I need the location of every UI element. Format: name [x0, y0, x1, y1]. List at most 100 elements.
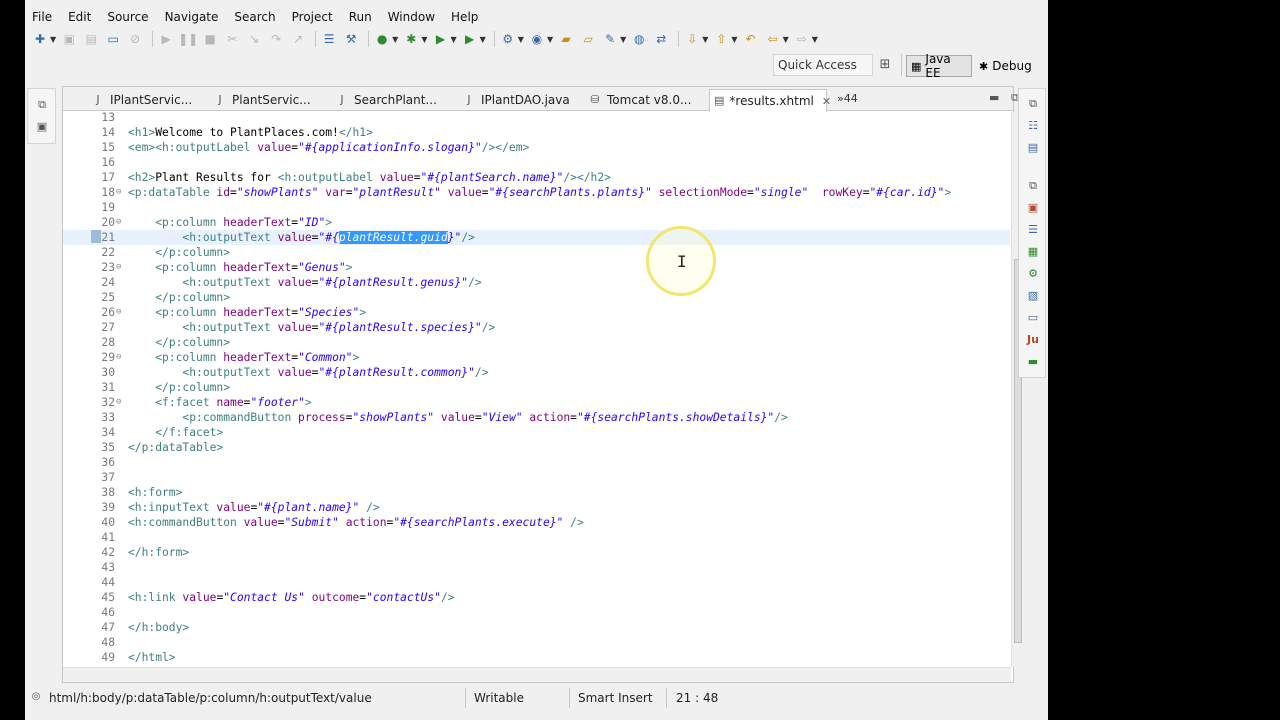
code-line[interactable]: 31 </p:column>	[63, 380, 1010, 395]
code-line[interactable]: 30 <h:outputText value="#{plantResult.co…	[63, 365, 1010, 380]
tab-3[interactable]: J IPlantDAO.java	[458, 89, 570, 111]
open-console-icon[interactable]: ▭	[104, 30, 122, 48]
markers-icon[interactable]: ▣	[1025, 201, 1041, 217]
menu-search[interactable]: Search	[226, 7, 283, 27]
menu-run[interactable]: Run	[341, 7, 380, 27]
fold-toggle-icon[interactable]: ⊖	[116, 185, 126, 200]
code-line[interactable]: 41	[63, 530, 1010, 545]
progress-icon[interactable]: ▬	[1025, 355, 1041, 371]
chevron-down-icon[interactable]: ▼	[731, 35, 737, 44]
junit-icon[interactable]: Ju	[1025, 333, 1041, 349]
chevron-down-icon[interactable]: ▼	[620, 35, 626, 44]
code-editor[interactable]: 13 14 <h1>Welcome to PlantPlaces.com!</h1>…	[63, 112, 1010, 667]
terminate-icon[interactable]: ■	[201, 30, 219, 48]
code-line[interactable]: 42 </h:form>	[63, 545, 1010, 560]
tab-5[interactable]: ▤ *results.xhtml ✕	[709, 89, 831, 112]
code-line[interactable]: 33 <p:commandButton process = "showPlants"…	[63, 410, 1010, 425]
code-line[interactable]: 44	[63, 575, 1010, 590]
menu-source[interactable]: Source	[99, 7, 156, 27]
fold-toggle-icon[interactable]: ⊖	[116, 350, 126, 365]
use-step-filters-icon[interactable]: ☰	[320, 30, 338, 48]
debug-icon[interactable]: ✱	[402, 30, 420, 48]
run-icon[interactable]: ▶	[431, 30, 449, 48]
code-line[interactable]: 39 <h:inputText value="#{plant.name}" />	[63, 500, 1010, 515]
step-return-icon[interactable]: ↗	[289, 30, 307, 48]
skip-breakpoints-icon[interactable]: ⊘	[126, 30, 144, 48]
new-server-icon[interactable]: ⚙	[499, 30, 517, 48]
code-line[interactable]: 13	[63, 112, 1010, 125]
code-line[interactable]: 36	[63, 455, 1010, 470]
fold-toggle-icon[interactable]: ⊖	[116, 305, 126, 320]
fold-toggle-icon[interactable]: ⊖	[116, 395, 126, 410]
chevron-down-icon[interactable]: ▼	[450, 35, 456, 44]
code-line[interactable]: 45 <h:link value="Contact Us" outcome="co…	[63, 590, 1010, 605]
last-edit-location-icon[interactable]: ↶	[742, 30, 760, 48]
new-icon[interactable]: ✚	[31, 30, 49, 48]
properties-icon[interactable]: ☰	[1025, 223, 1041, 239]
code-line[interactable]: 47 </h:body>	[63, 620, 1010, 635]
close-icon[interactable]: ✕	[822, 95, 831, 108]
code-line[interactable]: 28 </p:column>	[63, 335, 1010, 350]
code-line[interactable]: 26 ⊖ <p:column headerText="Species">	[63, 305, 1010, 320]
resume-icon[interactable]: ▶	[157, 30, 175, 48]
run-server-icon[interactable]: ●	[373, 30, 391, 48]
chevron-down-icon[interactable]: ▼	[421, 35, 427, 44]
chevron-down-icon[interactable]: ▼	[783, 35, 789, 44]
perspective-debug[interactable]: ✱ Debug	[975, 55, 1045, 77]
code-line[interactable]: 16	[63, 155, 1010, 170]
chevron-down-icon[interactable]: ▼	[480, 35, 486, 44]
data-source-icon[interactable]: ⚙	[1025, 267, 1041, 283]
code-line[interactable]: 23 ⊖ <p:column headerText="Genus">	[63, 260, 1010, 275]
menu-edit[interactable]: Edit	[60, 7, 99, 27]
tab-1[interactable]: J PlantServic...	[209, 89, 319, 111]
search-icon[interactable]: ✎	[601, 30, 619, 48]
code-line[interactable]: 14 <h1>Welcome to PlantPlaces.com!</h1>	[63, 125, 1010, 140]
forward-icon[interactable]: ⇨	[793, 30, 811, 48]
chevron-down-icon[interactable]: ▼	[702, 35, 708, 44]
restore-icon[interactable]: ⧉	[1025, 97, 1041, 113]
step-over-icon[interactable]: ↷	[267, 30, 285, 48]
save-all-icon[interactable]: ▤	[82, 30, 100, 48]
code-line[interactable]: 17 <h2>Plant Results for <h:outputLabel v…	[63, 170, 1010, 185]
code-line[interactable]: 40 <h:commandButton value="Submit" action…	[63, 515, 1010, 530]
code-line[interactable]: 22 </p:column>	[63, 245, 1010, 260]
step-into-icon[interactable]: ↘	[245, 30, 263, 48]
code-line[interactable]: 46	[63, 605, 1010, 620]
new-java-class-icon[interactable]: ◉	[528, 30, 546, 48]
back-icon[interactable]: ⇦	[764, 30, 782, 48]
code-line[interactable]: 32 ⊖ <f:facet name="footer">	[63, 395, 1010, 410]
disconnect-icon[interactable]: ✂	[223, 30, 241, 48]
horizontal-scrollbar[interactable]	[63, 667, 1011, 682]
project-explorer-icon[interactable]: ▣	[34, 120, 50, 136]
menu-navigate[interactable]: Navigate	[157, 7, 227, 27]
task-list-icon[interactable]: ▤	[1025, 141, 1041, 157]
code-line[interactable]: 18 ⊖ <p:dataTable id="showPlants" var="pla…	[63, 185, 1010, 200]
perspective-java-ee[interactable]: ▦ Java EE	[906, 52, 972, 80]
fold-toggle-icon[interactable]: ⊖	[116, 215, 126, 230]
restore-icon[interactable]: ⧉	[1025, 179, 1041, 195]
chevron-down-icon[interactable]: ▼	[547, 35, 553, 44]
tab-overflow-button[interactable]: »44	[837, 92, 858, 105]
menu-window[interactable]: Window	[380, 7, 443, 27]
open-perspective-icon[interactable]: ⊞	[877, 57, 893, 73]
restore-icon[interactable]: ⧉	[34, 98, 50, 114]
save-icon[interactable]: ▣	[60, 30, 78, 48]
tab-0[interactable]: J IPlantServic...	[87, 89, 197, 111]
code-line[interactable]: 19	[63, 200, 1010, 215]
fold-toggle-icon[interactable]: ⊖	[116, 260, 126, 275]
open-type-icon[interactable]: ▰	[557, 30, 575, 48]
code-line[interactable]: 43	[63, 560, 1010, 575]
code-line[interactable]: 21 <h:outputText value="#{plantResult.gu…	[63, 230, 1010, 245]
code-line[interactable]: 29 ⊖ <p:column headerText="Common">	[63, 350, 1010, 365]
chevron-down-icon[interactable]: ▼	[812, 35, 818, 44]
next-annotation-icon[interactable]: ⇩	[683, 30, 701, 48]
code-line[interactable]: 35 </p:dataTable>	[63, 440, 1010, 455]
menu-file[interactable]: File	[25, 7, 60, 27]
code-line[interactable]: 48	[63, 635, 1010, 650]
snippets-icon[interactable]: ▧	[1025, 289, 1041, 305]
tab-4[interactable]: ⛁ Tomcat v8.0...	[584, 89, 696, 111]
console-icon[interactable]: ▭	[1025, 311, 1041, 327]
servers-icon[interactable]: ▦	[1025, 245, 1041, 261]
code-line[interactable]: 37	[63, 470, 1010, 485]
code-line[interactable]: 27 <h:outputText value="#{plantResult.sp…	[63, 320, 1010, 335]
